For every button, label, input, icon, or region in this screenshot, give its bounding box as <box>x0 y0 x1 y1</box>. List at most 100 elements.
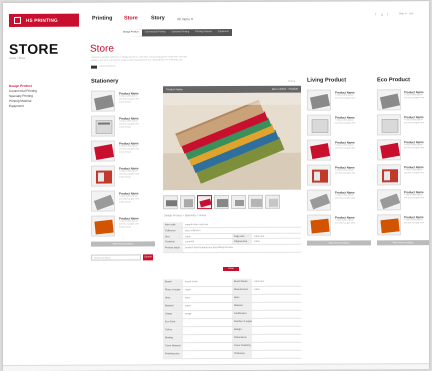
sidebar-item-printing-material[interactable]: Printing Material <box>9 99 31 103</box>
gallery-thumb[interactable] <box>163 195 178 210</box>
product-desc: more details <box>119 101 131 104</box>
spec-value: usage <box>185 312 192 316</box>
spec-value: value <box>254 287 260 291</box>
subnav-equipment[interactable]: Equipment <box>215 29 232 36</box>
spec-value: product detail sample text describing th… <box>185 246 233 250</box>
spec-value: note collection <box>185 228 201 233</box>
column-more-link[interactable]: more ▸ <box>288 80 295 83</box>
spec-key: Cover Finishing <box>232 342 252 351</box>
gallery-thumb[interactable] <box>180 195 195 210</box>
gallery-thumb[interactable] <box>231 194 246 210</box>
product-thumb[interactable] <box>307 114 331 136</box>
eco-list: Product Name Product description line te… <box>3 1 429 246</box>
spec-value <box>252 335 301 342</box>
product-thumb[interactable] <box>91 90 115 112</box>
product-desc: line text sample here <box>335 197 356 200</box>
product-desc: more details <box>119 201 131 204</box>
product-thumb[interactable] <box>377 89 401 111</box>
spec-value: brand name <box>185 280 198 284</box>
product-thumb[interactable] <box>307 189 331 211</box>
product-breadcrumb[interactable]: Design Product > Stationery > Notes <box>164 214 206 217</box>
spec-key: Brand <box>163 279 183 287</box>
nav-all-menu[interactable]: All menu ▾ <box>177 17 193 21</box>
spec-key: Colors <box>163 327 183 335</box>
spec-key: Number of pages <box>232 318 252 327</box>
spec-key: Item code <box>163 222 183 228</box>
product-thumb[interactable] <box>91 140 115 162</box>
gallery-thumb[interactable] <box>197 195 212 210</box>
product-main-image[interactable] <box>163 92 301 191</box>
viewer-counter: Item number · 001/020 <box>271 87 298 91</box>
breadcrumb[interactable]: Home > Store <box>9 57 25 60</box>
order-button[interactable]: Order <box>223 266 239 272</box>
subnav-design-product[interactable]: Design Product <box>120 29 142 37</box>
product-thumb[interactable] <box>307 214 331 236</box>
sidebar-item-specialty-printing[interactable]: Specialty Printing <box>9 94 33 98</box>
product-thumb[interactable] <box>91 115 115 137</box>
product-thumb[interactable] <box>91 165 115 187</box>
spec-value <box>252 343 301 350</box>
spec-key: Certification <box>232 310 252 319</box>
sidebar-item-equipment[interactable]: Equipment <box>9 104 24 108</box>
spec-key: Original size <box>232 239 252 245</box>
spec-key: Weight <box>232 326 252 335</box>
product-thumb[interactable] <box>377 214 401 236</box>
search-button[interactable]: Search <box>143 254 153 261</box>
twitter-icon[interactable]: t <box>387 12 388 16</box>
view-more-button[interactable]: View more products <box>377 240 429 246</box>
column-title-stationery: Stationery <box>91 78 119 85</box>
spec-row: Product detail product detail sample text… <box>163 244 301 254</box>
account-links[interactable]: Sign in · Join <box>399 12 413 15</box>
product-thumb[interactable] <box>307 89 331 111</box>
spec-value <box>183 319 232 326</box>
product-thumb[interactable] <box>307 139 331 161</box>
spec-key: Usage <box>163 311 183 319</box>
spec-key: Cover Material <box>163 343 183 351</box>
spec-key: Spec <box>163 295 183 303</box>
gallery-thumb[interactable] <box>214 195 229 210</box>
spec-key: Manufacturer <box>232 286 252 295</box>
product-desc: line text sample here <box>335 122 356 125</box>
view-more-button[interactable]: View more products <box>307 240 371 246</box>
spec-value <box>183 335 232 342</box>
product-desc: more details <box>119 126 131 129</box>
subnav-commercial-printing[interactable]: Commercial Printing <box>142 29 169 36</box>
store-subnav: Design Product Commercial Printing Speci… <box>120 29 232 37</box>
product-thumb[interactable] <box>91 190 115 212</box>
view-more-button[interactable]: View more products <box>91 241 155 247</box>
spec-value: paper <box>185 304 192 308</box>
spec-value <box>252 319 301 326</box>
product-thumb[interactable] <box>377 139 401 161</box>
nav-story[interactable]: Story <box>151 15 165 21</box>
spec-key: Binding <box>163 335 183 343</box>
product-thumb[interactable] <box>307 164 331 186</box>
gallery-thumb[interactable] <box>265 194 280 209</box>
spec-value: origin <box>185 288 191 292</box>
product-desc: line text sample here <box>335 222 356 225</box>
page-title: STORE <box>9 40 59 57</box>
product-thumb[interactable] <box>377 164 401 186</box>
sidebar-item-commercial-printing[interactable]: Commercial Printing <box>9 89 37 93</box>
google-icon[interactable]: g <box>381 12 383 16</box>
product-desc: line text sample here <box>335 147 356 150</box>
gallery-thumb[interactable] <box>248 194 263 209</box>
product-desc: line text sample here <box>404 197 425 200</box>
product-thumb[interactable] <box>377 189 401 211</box>
spec-value <box>183 343 232 350</box>
facebook-icon[interactable]: f <box>375 12 376 16</box>
product-desc: more details <box>119 176 131 179</box>
product-thumb[interactable] <box>91 215 115 237</box>
product-thumb[interactable] <box>377 114 401 136</box>
nav-printing[interactable]: Printing <box>92 16 112 22</box>
nav-store[interactable]: Store <box>124 15 138 21</box>
subnav-printing-material[interactable]: Printing Material <box>192 29 215 36</box>
spec-value <box>252 311 301 318</box>
spec-value <box>183 327 232 334</box>
product-desc: line text sample here <box>404 147 425 150</box>
sidebar-item-design-product[interactable]: Design Product <box>9 84 32 88</box>
hero-link[interactable]: View all products <box>99 66 116 69</box>
subnav-specialty-printing[interactable]: Specialty Printing <box>168 29 192 36</box>
brand-logo[interactable]: HS PRINTING <box>9 13 79 27</box>
search-input[interactable]: Search product <box>91 254 141 261</box>
spec-value: contents <box>185 240 195 244</box>
